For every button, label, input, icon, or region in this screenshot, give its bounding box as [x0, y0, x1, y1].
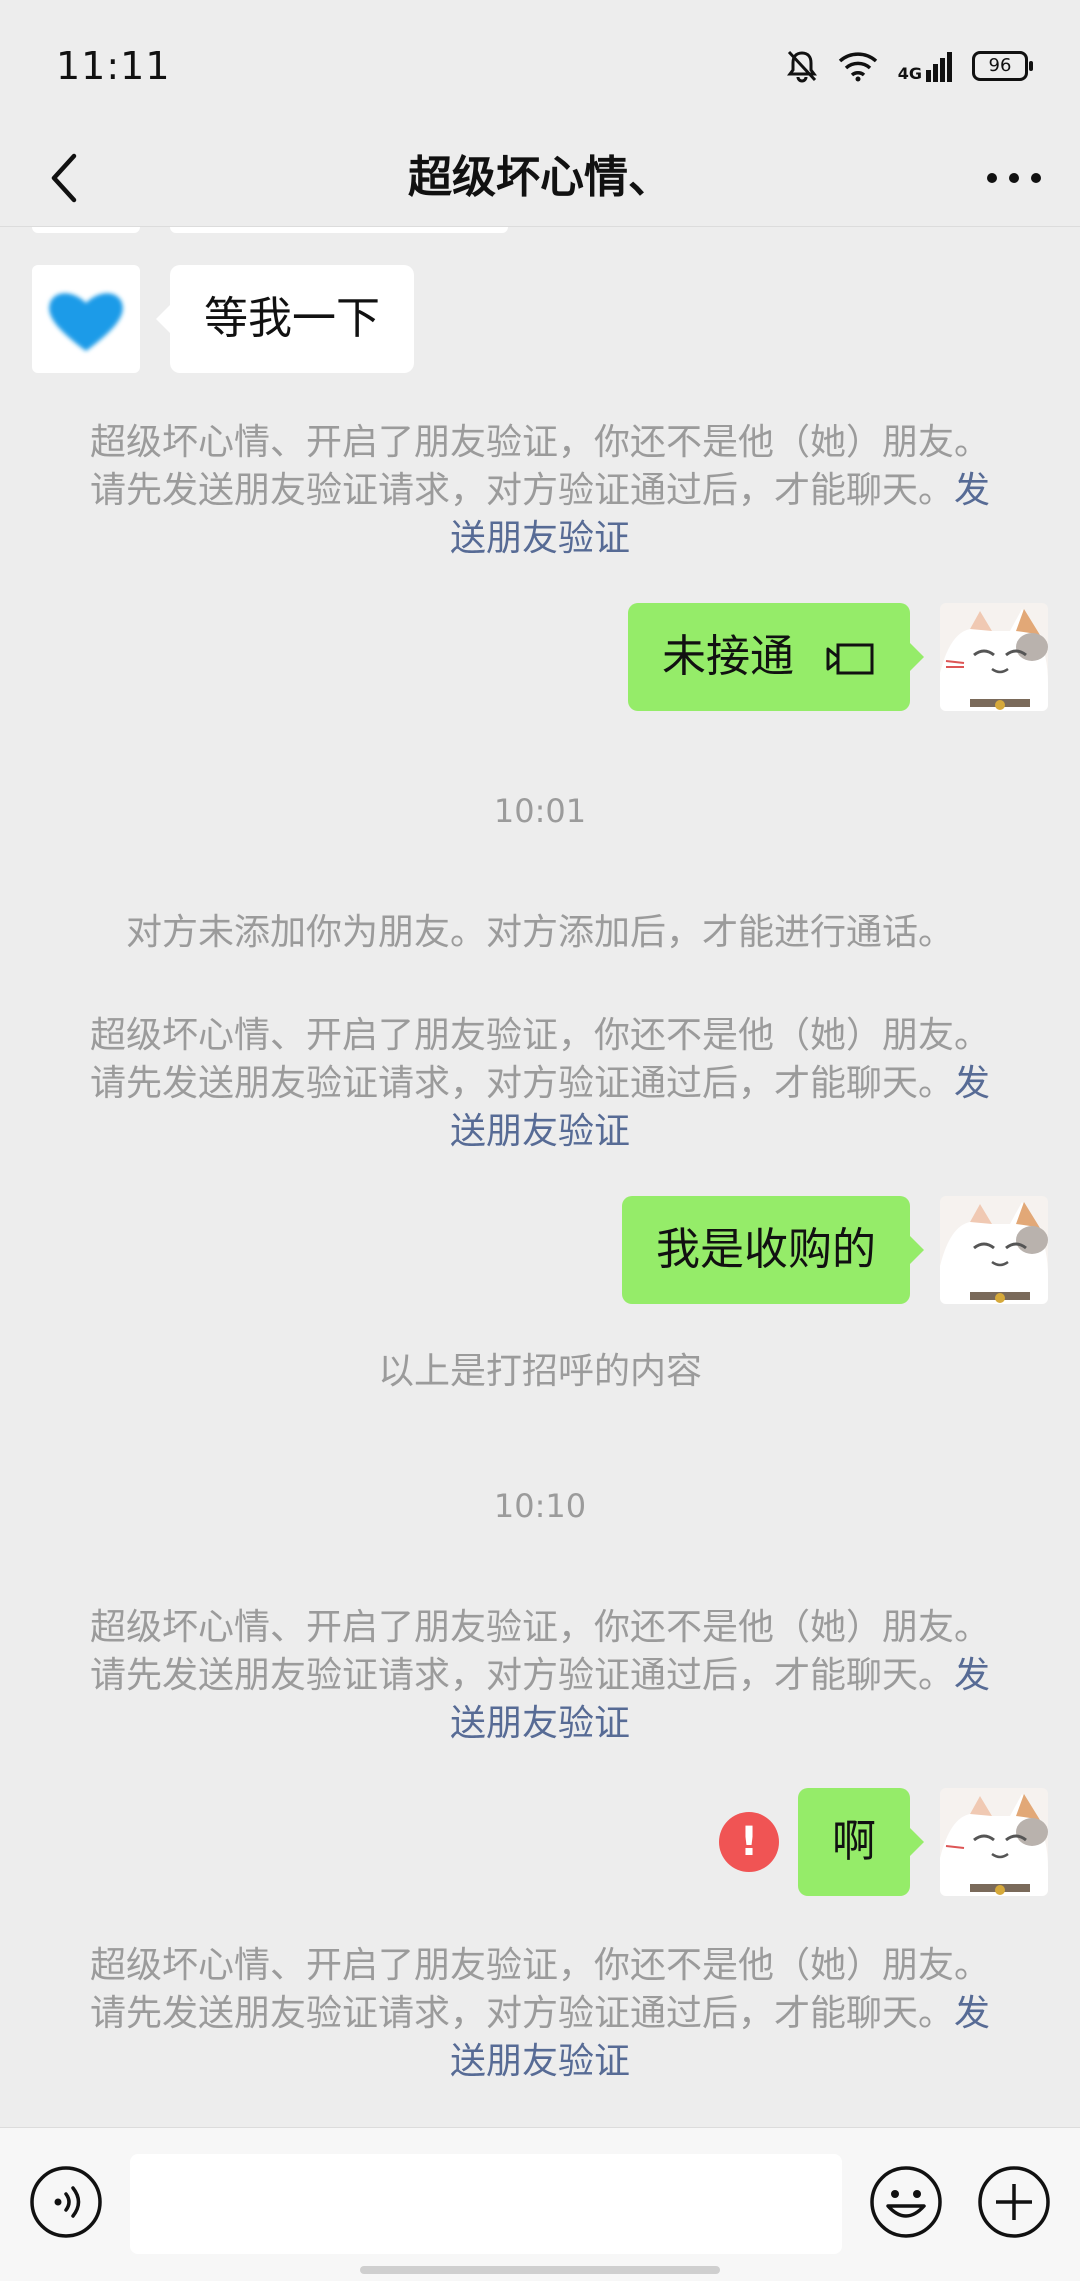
emoji-icon[interactable]: [868, 2164, 944, 2240]
system-text: 超级坏心情、开启了朋友验证，你还不是他（她）朋友。请先发送朋友验证请求，对方验证…: [89, 1945, 990, 2034]
system-verify-message: 超级坏心情、开启了朋友验证，你还不是他（她）朋友。请先发送朋友验证请求，对方验证…: [80, 1942, 1000, 2086]
message-text: 等我一下: [204, 293, 380, 344]
message-text: 我是收购的: [656, 1224, 876, 1275]
system-verify-message: 超级坏心情、开启了朋友验证，你还不是他（她）朋友。请先发送朋友验证请求，对方验证…: [80, 1604, 1000, 1748]
system-text: 超级坏心情、开启了朋友验证，你还不是他（她）朋友。请先发送朋友验证请求，对方验证…: [89, 422, 990, 511]
timestamp: 10:01: [493, 792, 587, 830]
chat-header: 超级坏心情、: [0, 130, 1080, 227]
system-not-added-message: 对方未添加你为朋友。对方添加后，才能进行通话。: [125, 912, 954, 953]
signal-icon: 4G: [898, 50, 952, 82]
partial-bubble: [170, 227, 508, 233]
battery-icon: 96: [972, 51, 1033, 81]
message-bubble-incoming[interactable]: 等我一下: [156, 265, 414, 373]
home-indicator[interactable]: [360, 2266, 720, 2274]
bell-muted-icon: [786, 50, 817, 83]
status-bar: 11:11 4G 96: [0, 0, 1080, 130]
voice-input-icon[interactable]: [28, 2164, 104, 2240]
message-bubble-outgoing[interactable]: 我是收购的: [622, 1196, 924, 1304]
wifi-icon: [838, 52, 877, 82]
message-bubble-outgoing[interactable]: 啊: [798, 1788, 924, 1896]
contact-avatar[interactable]: [32, 265, 140, 373]
system-verify-message: 超级坏心情、开启了朋友验证，你还不是他（她）朋友。请先发送朋友验证请求，对方验证…: [80, 419, 1000, 563]
message-input[interactable]: [130, 2154, 842, 2254]
network-type: 4G: [897, 64, 922, 83]
video-call-icon: [826, 643, 874, 675]
cat-avatar-icon: [940, 1196, 1048, 1304]
status-time: 11:11: [56, 44, 171, 88]
message-text: 啊: [832, 1816, 876, 1867]
message-text: 未接通: [662, 631, 794, 682]
my-avatar[interactable]: [940, 1196, 1048, 1304]
partial-avatar: [32, 227, 140, 233]
blue-heart-icon: [49, 293, 123, 351]
my-avatar[interactable]: [940, 1788, 1048, 1896]
message-bubble-outgoing[interactable]: 未接通: [628, 603, 924, 711]
system-verify-message: 超级坏心情、开启了朋友验证，你还不是他（她）朋友。请先发送朋友验证请求，对方验证…: [80, 1012, 1000, 1156]
cat-avatar-icon: [940, 1788, 1048, 1896]
timestamp: 10:10: [493, 1487, 587, 1525]
status-icons: 4G 96: [786, 44, 1033, 88]
input-bar: [0, 2127, 1080, 2281]
system-text: 超级坏心情、开启了朋友验证，你还不是他（她）朋友。请先发送朋友验证请求，对方验证…: [89, 1607, 990, 1696]
send-failed-icon[interactable]: !: [719, 1812, 779, 1872]
system-text: 超级坏心情、开启了朋友验证，你还不是他（她）朋友。请先发送朋友验证请求，对方验证…: [89, 1015, 990, 1104]
add-more-icon[interactable]: [976, 2164, 1052, 2240]
greeting-note: 以上是打招呼的内容: [377, 1351, 702, 1392]
my-avatar[interactable]: [940, 603, 1048, 711]
more-options-icon[interactable]: [978, 142, 1050, 214]
cat-avatar-icon: [940, 603, 1048, 711]
chat-title: 超级坏心情、: [408, 152, 672, 203]
